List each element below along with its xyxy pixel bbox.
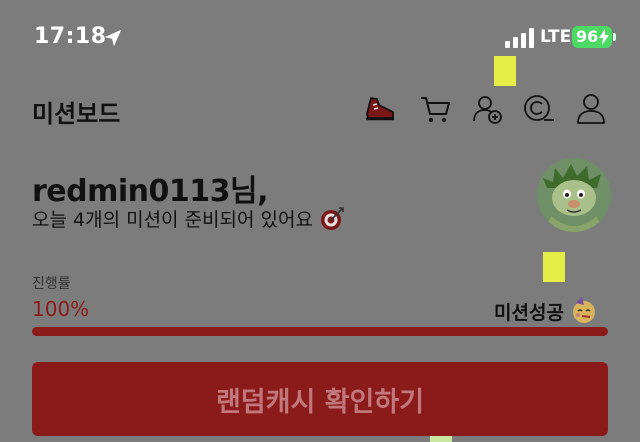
party-face-icon (572, 297, 595, 323)
status-bar: 17:18 LTE 96 (0, 0, 640, 78)
add-friend-icon[interactable] (471, 92, 505, 126)
coin-icon[interactable] (522, 92, 556, 126)
battery-indicator: 96 (572, 26, 612, 48)
username: redmin0113님, (32, 174, 269, 209)
profile-icon[interactable] (574, 92, 608, 126)
signal-icon (505, 28, 534, 48)
charging-bolt-icon (599, 29, 609, 45)
battery-tip (613, 33, 616, 41)
mission-success-text: 미션성공 (494, 301, 564, 324)
status-time: 17:18 (34, 24, 107, 49)
page-title: 미션보드 (32, 100, 121, 128)
location-arrow-icon (104, 29, 122, 47)
sneaker-icon[interactable] (363, 92, 397, 126)
avatar[interactable] (537, 158, 611, 232)
progress-bar-fill (32, 327, 608, 336)
highlight-marker (543, 252, 565, 282)
highlight-marker (494, 56, 516, 86)
character-avatar-icon (537, 158, 611, 232)
mission-subtitle-text: 오늘 4개의 미션이 준비되어 있어요 (32, 209, 313, 231)
battery-level: 96 (576, 27, 599, 46)
target-icon (320, 206, 344, 230)
random-cash-button[interactable]: 랜덤캐시 확인하기 (32, 362, 608, 436)
progress-label: 진행률 (32, 276, 71, 292)
progress-percent: 100% (32, 297, 90, 321)
mission-subtitle: 오늘 4개의 미션이 준비되어 있어요 (32, 205, 345, 232)
network-type: LTE (540, 27, 572, 47)
progress-bar (32, 327, 608, 336)
cart-icon[interactable] (418, 92, 452, 126)
mission-success: 미션성공 (494, 297, 598, 325)
